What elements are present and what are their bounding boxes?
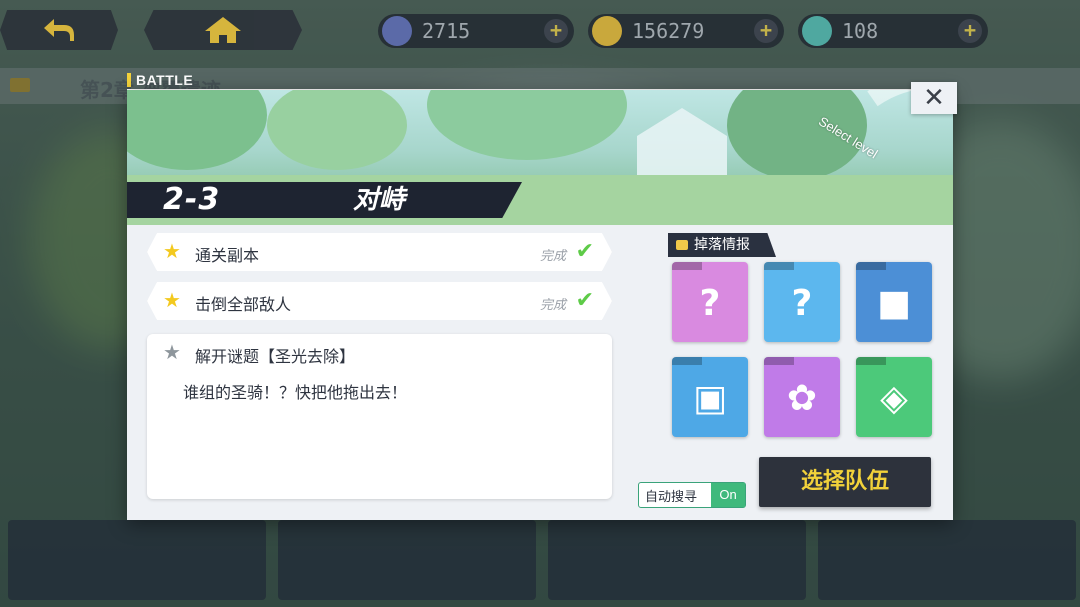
top-bar: 2715 + 156279 + 108 + xyxy=(0,8,1080,54)
back-button[interactable] xyxy=(0,10,118,50)
gem-icon xyxy=(802,16,832,46)
checkmark-icon: ✔ xyxy=(575,239,594,264)
stage-banner: Select level 2-3 对峙 xyxy=(127,90,953,225)
resource-ticket: 2715 + xyxy=(378,14,574,48)
drop-item-green-chip[interactable]: ◈ xyxy=(856,357,932,437)
star-icon: ★ xyxy=(163,288,181,312)
drop-item-mystery-item[interactable]: ? xyxy=(764,262,840,342)
banner-tree xyxy=(427,90,627,160)
auto-search-toggle[interactable]: 自动搜寻 On xyxy=(638,482,746,508)
home-icon xyxy=(205,17,241,43)
battle-dialog: Select level 2-3 对峙 ★ 通关副本 完成 ✔ ★ 击倒全部敌人… xyxy=(127,90,953,520)
star-icon: ★ xyxy=(163,239,181,263)
select-team-button[interactable]: 选择队伍 xyxy=(759,457,931,507)
drops-title: 掉落情报 xyxy=(694,237,750,253)
close-button[interactable]: ✕ xyxy=(911,82,957,114)
item-notch xyxy=(856,262,886,270)
auto-search-state: On xyxy=(711,483,745,507)
mission-text: 击倒全部敌人 xyxy=(195,295,292,314)
add-coin-button[interactable]: + xyxy=(754,19,778,43)
puzzle-title: 解开谜题【圣光去除】 xyxy=(195,347,356,366)
resource-coin: 156279 + xyxy=(588,14,784,48)
banner-tree xyxy=(267,90,407,170)
auto-search-label: 自动搜寻 xyxy=(645,490,698,505)
resource-gem: 108 + xyxy=(798,14,988,48)
stage-name: 对峙 xyxy=(353,185,406,215)
mystery-item-icon: ? xyxy=(791,283,813,324)
star-outline-icon: ★ xyxy=(163,340,181,364)
banner-tree xyxy=(127,90,267,170)
stage-number: 2-3 xyxy=(163,182,221,217)
supply-crate-icon: ▣ xyxy=(692,378,727,419)
item-notch xyxy=(764,357,794,365)
item-notch xyxy=(672,262,702,270)
puzzle-description: 谁组的圣骑！？快把他拖出去！ xyxy=(183,383,408,402)
drop-item-supply-crate[interactable]: ▣ xyxy=(672,357,748,437)
item-notch xyxy=(764,262,794,270)
add-gem-button[interactable]: + xyxy=(958,19,982,43)
add-ticket-button[interactable]: + xyxy=(544,19,568,43)
resource-gem-value: 108 xyxy=(842,19,879,43)
mission-text: 通关副本 xyxy=(195,246,260,265)
coin-icon xyxy=(592,16,622,46)
resource-ticket-value: 2715 xyxy=(422,19,471,43)
mystery-character-icon: ? xyxy=(699,283,721,324)
resource-coin-value: 156279 xyxy=(632,19,705,43)
mission-row: ★ 通关副本 完成 ✔ xyxy=(147,233,612,271)
dialog-header-label: BATTLE xyxy=(127,72,193,88)
purple-crystal-icon: ✿ xyxy=(786,378,818,419)
drop-item-armor-chest[interactable]: ■ xyxy=(856,262,932,342)
mission-row: ★ 击倒全部敌人 完成 ✔ xyxy=(147,282,612,320)
mission-status: 完成 xyxy=(539,298,566,313)
drop-item-purple-crystal[interactable]: ✿ xyxy=(764,357,840,437)
drops-header: 掉落情报 xyxy=(668,233,776,257)
back-arrow-icon xyxy=(44,19,74,41)
greenhouse xyxy=(637,108,727,178)
drop-item-mystery-character[interactable]: ? xyxy=(672,262,748,342)
item-notch xyxy=(672,357,702,365)
chest-icon xyxy=(676,240,688,250)
ticket-icon xyxy=(382,16,412,46)
checkmark-icon: ✔ xyxy=(575,288,594,313)
puzzle-mission: ★ 解开谜题【圣光去除】 谁组的圣骑！？快把他拖出去！ xyxy=(147,334,612,499)
green-chip-icon: ◈ xyxy=(880,378,908,419)
mission-status: 完成 xyxy=(539,249,566,264)
item-notch xyxy=(856,357,886,365)
home-button[interactable] xyxy=(144,10,302,50)
armor-chest-icon: ■ xyxy=(876,283,911,324)
